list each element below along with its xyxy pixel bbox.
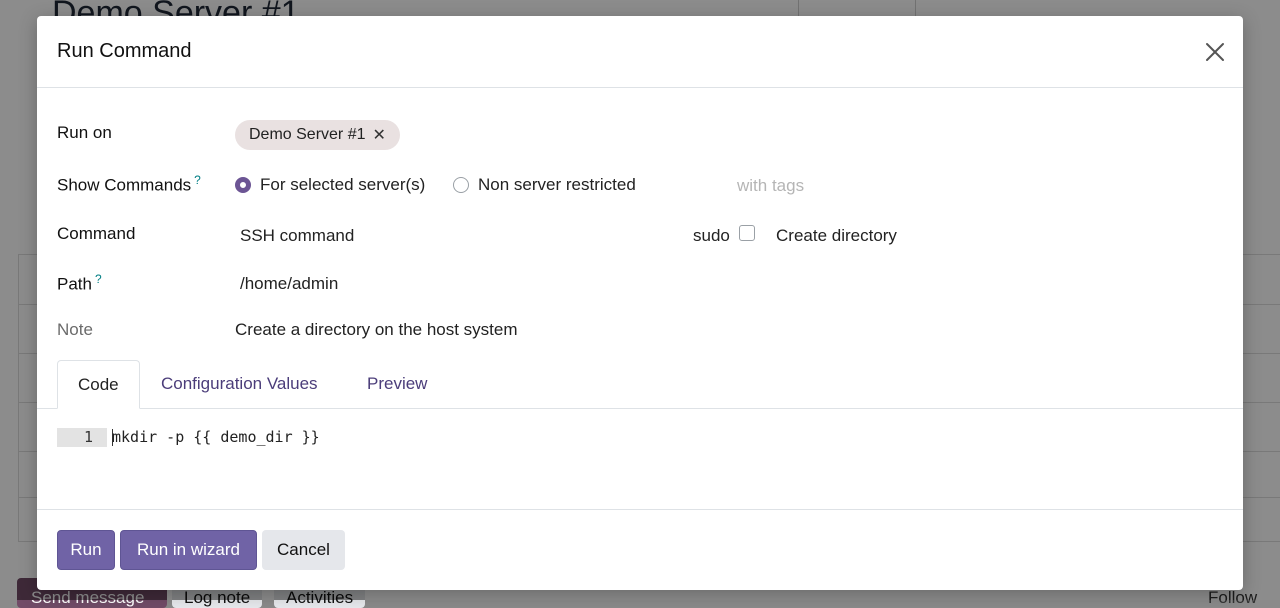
radio-non-server-restricted[interactable]: Non server restricted [453,175,636,195]
sudo-checkbox[interactable] [739,225,755,241]
tab-preview[interactable]: Preview [347,360,447,408]
radio-unchecked-icon [453,177,469,193]
show-commands-label: Show Commands? [57,173,201,196]
server-tag-label: Demo Server #1 [249,126,366,143]
path-label: Path? [57,272,102,295]
radio-selected-servers[interactable]: For selected server(s) [235,175,425,195]
show-commands-label-text: Show Commands [57,175,192,195]
dialog-header: Run Command [37,16,1243,88]
close-button[interactable] [1203,40,1227,64]
radio-checked-icon [235,177,251,193]
run-command-dialog: Run Command Run on Demo Server #1 ✕ Show… [37,16,1243,590]
radio-non-server-restricted-label: Non server restricted [478,175,636,194]
line-number: 1 [57,428,107,447]
help-icon[interactable]: ? [194,173,201,187]
run-in-wizard-button[interactable]: Run in wizard [120,530,257,570]
help-icon[interactable]: ? [95,272,102,286]
path-field[interactable]: /home/admin [240,274,338,294]
code-editor[interactable]: 1 mkdir -p {{ demo_dir }} [57,428,1207,448]
run-button[interactable]: Run [57,530,115,570]
run-on-row: Run on Demo Server #1 ✕ [57,120,1217,153]
note-row: Note Create a directory on the host syst… [57,320,1217,350]
sudo-label: sudo [693,226,730,245]
close-icon [1206,43,1224,61]
show-commands-row: Show Commands? For selected server(s) No… [57,173,1217,203]
command-row: Command SSH command sudo Create director… [57,224,1217,254]
dialog-footer: Run Run in wizard Cancel [37,509,1243,591]
radio-selected-servers-label: For selected server(s) [260,175,426,194]
code-line[interactable]: mkdir -p {{ demo_dir }} [112,428,320,447]
path-row: Path? /home/admin [57,272,1217,302]
command-name-field[interactable]: Create directory [776,226,897,246]
tab-configuration-values[interactable]: Configuration Values [141,360,338,408]
notebook-tabs: Code Configuration Values Preview [37,360,1243,409]
tags-filter-input[interactable]: with tags [737,176,804,196]
remove-tag-icon[interactable]: ✕ [373,125,386,145]
cancel-button[interactable]: Cancel [262,530,345,570]
command-label: Command [57,224,136,243]
run-on-label: Run on [57,123,112,142]
note-field[interactable]: Create a directory on the host system [235,320,518,340]
command-type-field[interactable]: SSH command [240,226,354,246]
tab-code[interactable]: Code [57,360,140,409]
note-label: Note [57,320,93,339]
server-tag: Demo Server #1 ✕ [235,120,400,150]
path-label-text: Path [57,274,92,294]
dialog-title: Run Command [57,40,192,62]
